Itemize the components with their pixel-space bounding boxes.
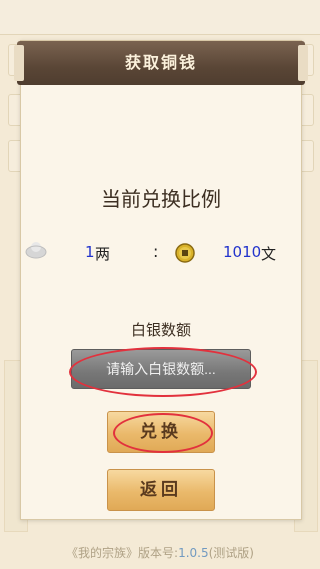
exchange-dialog: 获取铜钱 当前兑换比例 1 两 : 1010 文 白银数额 兑换 返回 (14, 40, 308, 520)
ratio-separator: : (153, 242, 159, 261)
copper-amount: 1010 (223, 243, 262, 261)
silver-input-label: 白银数额 (130, 321, 191, 339)
silver-amount-input[interactable] (71, 349, 251, 389)
copper-unit: 文 (261, 245, 277, 263)
dialog-title: 获取铜钱 (124, 53, 197, 72)
exchange-button[interactable]: 兑换 (107, 411, 215, 453)
copper-coin-icon (175, 243, 195, 263)
silver-unit: 两 (95, 245, 111, 263)
dialog-header: 获取铜钱 (14, 41, 308, 85)
silver-ingot-icon (25, 242, 47, 259)
exchange-rate-title: 当前兑换比例 (101, 187, 221, 211)
back-button[interactable]: 返回 (107, 469, 215, 511)
silver-amount: 1 (85, 243, 95, 261)
